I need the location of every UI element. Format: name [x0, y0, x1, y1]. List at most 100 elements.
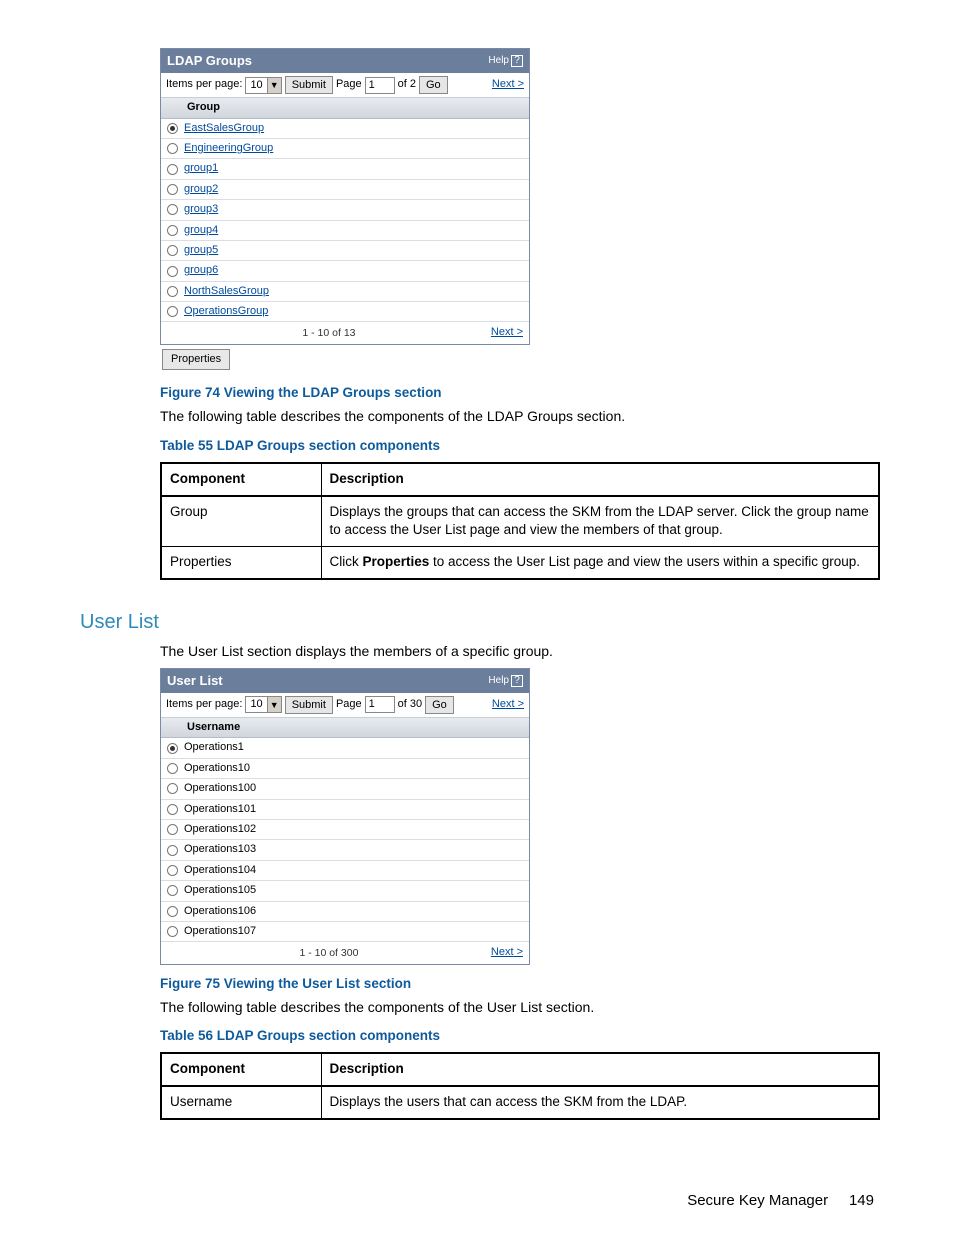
properties-desc: Click Properties to access the User List…: [321, 547, 879, 579]
table-row: EngineeringGroup: [161, 139, 529, 159]
username-text: Operations107: [184, 924, 256, 939]
username-text: Operations101: [184, 802, 256, 817]
panel-title-bar: User List Help ?: [161, 669, 529, 693]
radio-button[interactable]: [167, 906, 178, 917]
table-row: Operations105: [161, 881, 529, 901]
page-input[interactable]: 1: [365, 696, 395, 713]
group-link[interactable]: OperationsGroup: [184, 304, 268, 319]
username-text: Operations1: [184, 740, 244, 755]
submit-button[interactable]: Submit: [285, 696, 333, 714]
group-link[interactable]: group5: [184, 243, 218, 258]
properties-button[interactable]: Properties: [162, 349, 230, 370]
help-icon: ?: [511, 55, 523, 67]
next-link-footer[interactable]: Next >: [491, 325, 523, 340]
radio-button[interactable]: [167, 804, 178, 815]
table-row: Properties Click Properties to access th…: [161, 547, 879, 579]
radio-button[interactable]: [167, 926, 178, 937]
radio-button[interactable]: [167, 783, 178, 794]
radio-button[interactable]: [167, 204, 178, 215]
next-link-footer[interactable]: Next >: [491, 945, 523, 960]
radio-button[interactable]: [167, 225, 178, 236]
radio-button[interactable]: [167, 245, 178, 256]
table-row: EastSalesGroup: [161, 119, 529, 139]
radio-button[interactable]: [167, 286, 178, 297]
table-row: Operations100: [161, 779, 529, 799]
help-link[interactable]: Help ?: [488, 54, 523, 68]
radio-button[interactable]: [167, 824, 178, 835]
group-link[interactable]: EngineeringGroup: [184, 141, 273, 156]
table-row: group1: [161, 159, 529, 179]
panel-controls: Items per page: 10 ▼ Submit Page 1 of 2 …: [161, 73, 529, 98]
page-input[interactable]: 1: [365, 77, 395, 94]
help-icon: ?: [511, 675, 523, 687]
radio-button[interactable]: [167, 164, 178, 175]
group-link[interactable]: NorthSalesGroup: [184, 284, 269, 299]
radio-button[interactable]: [167, 845, 178, 856]
table-row: group3: [161, 200, 529, 220]
radio-button[interactable]: [167, 123, 178, 134]
radio-button[interactable]: [167, 306, 178, 317]
items-per-page-label: Items per page:: [166, 77, 242, 92]
radio-button[interactable]: [167, 865, 178, 876]
chevron-down-icon: ▼: [267, 78, 281, 93]
group-link[interactable]: group1: [184, 161, 218, 176]
panel-footer: 1 - 10 of 13 Next >: [161, 322, 529, 343]
table-caption: Table 56 LDAP Groups section components: [160, 1027, 874, 1046]
table-row: Operations102: [161, 820, 529, 840]
username-text: Operations10: [184, 761, 250, 776]
table-row: Operations104: [161, 861, 529, 881]
radio-button[interactable]: [167, 143, 178, 154]
table-row: Operations107: [161, 922, 529, 942]
radio-button[interactable]: [167, 266, 178, 277]
table-row: Operations103: [161, 840, 529, 860]
radio-button[interactable]: [167, 885, 178, 896]
username-text: Operations105: [184, 883, 256, 898]
items-per-page-select[interactable]: 10 ▼: [245, 77, 281, 94]
radio-button[interactable]: [167, 184, 178, 195]
column-header: Username: [161, 718, 529, 738]
next-link[interactable]: Next >: [492, 77, 524, 92]
username-text: Operations106: [184, 904, 256, 919]
chevron-down-icon: ▼: [267, 697, 281, 712]
table-row: group6: [161, 261, 529, 281]
user-list-panel: User List Help ? Items per page: 10 ▼ Su…: [160, 668, 530, 965]
group-link[interactable]: group3: [184, 202, 218, 217]
group-link[interactable]: group2: [184, 182, 218, 197]
username-text: Operations102: [184, 822, 256, 837]
go-button[interactable]: Go: [425, 696, 454, 714]
range-text: 1 - 10 of 300: [167, 946, 491, 961]
go-button[interactable]: Go: [419, 76, 448, 94]
help-link[interactable]: Help ?: [488, 674, 523, 688]
table-row: group5: [161, 241, 529, 261]
table-row: Group Displays the groups that can acces…: [161, 496, 879, 547]
figure-caption: Figure 74 Viewing the LDAP Groups sectio…: [160, 384, 874, 403]
submit-button[interactable]: Submit: [285, 76, 333, 94]
body-text: The following table describes the compon…: [160, 407, 874, 427]
panel-title: LDAP Groups: [167, 52, 252, 70]
th-description: Description: [321, 1053, 879, 1086]
page-label: Page: [336, 697, 362, 712]
of-label: of 2: [398, 77, 416, 92]
column-header: Group: [161, 98, 529, 118]
next-link[interactable]: Next >: [492, 697, 524, 712]
items-per-page-label: Items per page:: [166, 697, 242, 712]
user-list-heading: User List: [80, 608, 874, 636]
username-text: Operations104: [184, 863, 256, 878]
figure-caption: Figure 75 Viewing the User List section: [160, 975, 874, 994]
table-row: Operations10: [161, 759, 529, 779]
username-text: Operations103: [184, 842, 256, 857]
range-text: 1 - 10 of 13: [167, 326, 491, 341]
body-text: The User List section displays the membe…: [160, 642, 874, 662]
table-row: OperationsGroup: [161, 302, 529, 322]
items-per-page-select[interactable]: 10 ▼: [245, 696, 281, 713]
group-link[interactable]: group4: [184, 223, 218, 238]
radio-button[interactable]: [167, 763, 178, 774]
radio-button[interactable]: [167, 743, 178, 754]
ldap-groups-panel: LDAP Groups Help ? Items per page: 10 ▼ …: [160, 48, 530, 345]
page-label: Page: [336, 77, 362, 92]
panel-title-bar: LDAP Groups Help ?: [161, 49, 529, 73]
table-row: NorthSalesGroup: [161, 282, 529, 302]
group-link[interactable]: group6: [184, 263, 218, 278]
table-row: group2: [161, 180, 529, 200]
group-link[interactable]: EastSalesGroup: [184, 121, 264, 136]
